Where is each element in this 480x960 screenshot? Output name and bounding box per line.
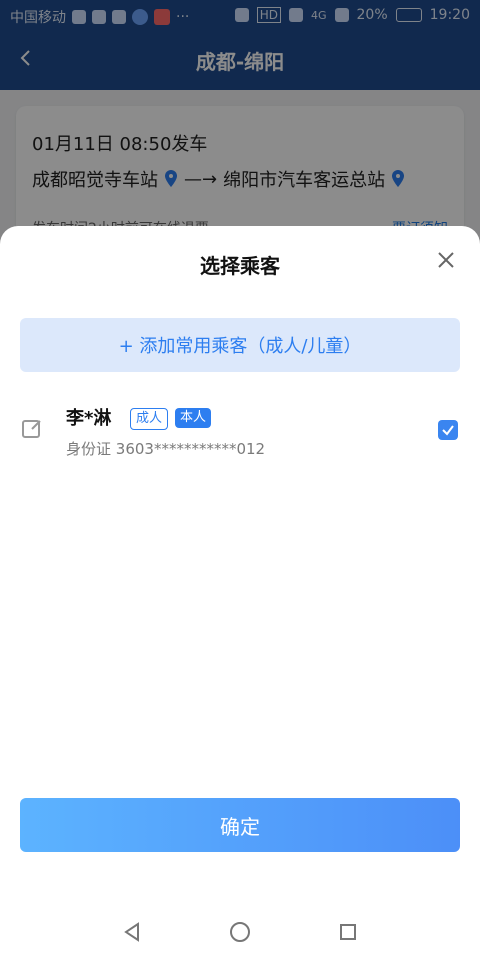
confirm-button[interactable]: 确定: [20, 798, 460, 852]
passenger-sheet: 选择乘客 + 添加常用乘客（成人/儿童） 李*淋 成人 本人 身份证 3603*…: [0, 226, 480, 960]
nav-back-icon[interactable]: [120, 920, 144, 948]
self-tag: 本人: [175, 408, 212, 428]
passenger-name: 李*淋: [66, 408, 112, 429]
id-number: 3603***********012: [115, 440, 266, 458]
edit-icon[interactable]: [20, 416, 44, 440]
add-passenger-button[interactable]: + 添加常用乘客（成人/儿童）: [20, 318, 460, 372]
id-label: 身份证: [66, 440, 112, 458]
adult-tag: 成人: [130, 408, 169, 430]
nav-recent-icon[interactable]: [336, 920, 360, 948]
system-nav-bar: [0, 890, 480, 960]
close-icon[interactable]: [432, 246, 460, 274]
passenger-row[interactable]: 李*淋 成人 本人 身份证 3603***********012: [20, 396, 460, 466]
checkbox[interactable]: [438, 420, 458, 440]
sheet-title: 选择乘客: [200, 254, 280, 278]
passenger-id: 身份证 3603***********012: [66, 438, 265, 459]
nav-home-icon[interactable]: [228, 920, 252, 948]
